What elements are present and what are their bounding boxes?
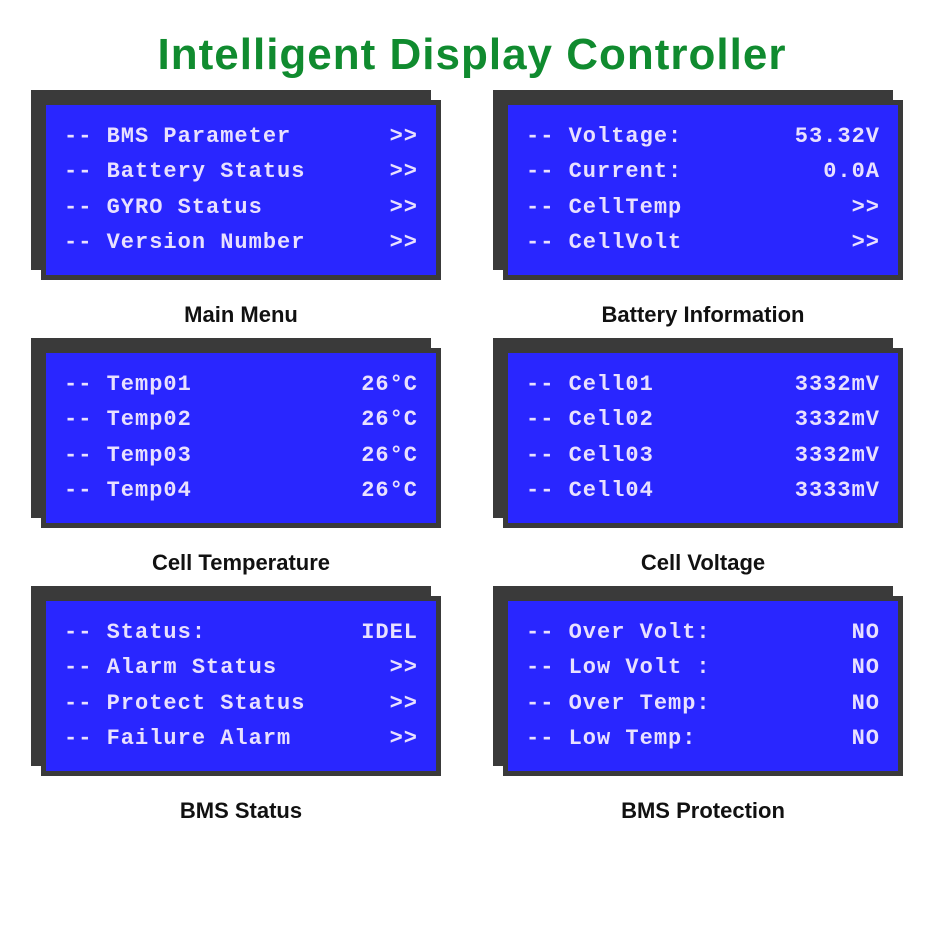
row-value: 3332mV — [795, 443, 880, 469]
row-value: 26°C — [361, 407, 418, 433]
data-row: -- Cell02 3332mV — [526, 407, 880, 433]
lcd-screen: -- Voltage: 53.32V -- Current: 0.0A -- Cel… — [503, 100, 903, 280]
row-value: NO — [852, 620, 880, 646]
screen-caption: BMS Status — [180, 798, 302, 824]
chevron-right-icon: >> — [390, 195, 418, 221]
row-label: -- Cell03 — [526, 443, 654, 469]
screen-caption: Cell Voltage — [641, 550, 765, 576]
menu-row[interactable]: -- Version Number >> — [64, 230, 418, 256]
menu-row[interactable]: -- Failure Alarm >> — [64, 726, 418, 752]
menu-row[interactable]: -- Alarm Status >> — [64, 655, 418, 681]
screen-battery-info: -- Voltage: 53.32V -- Current: 0.0A -- Cel… — [502, 100, 904, 328]
row-label: -- CellVolt — [526, 230, 682, 256]
menu-row[interactable]: -- CellTemp >> — [526, 195, 880, 221]
screen-caption: BMS Protection — [621, 798, 785, 824]
data-row: -- Low Temp: NO — [526, 726, 880, 752]
chevron-right-icon: >> — [390, 655, 418, 681]
screen-frame: -- BMS Parameter >> -- Battery Status >> -… — [41, 100, 441, 280]
screen-frame: -- Status: IDEL -- Alarm Status >> -- Prot… — [41, 596, 441, 776]
screen-caption: Battery Information — [602, 302, 805, 328]
row-label: -- Cell02 — [526, 407, 654, 433]
row-label: -- Low Volt : — [526, 655, 711, 681]
screen-frame: -- Cell01 3332mV -- Cell02 3332mV -- Cell0… — [503, 348, 903, 528]
row-value: 53.32V — [795, 124, 880, 150]
menu-row[interactable]: -- CellVolt >> — [526, 230, 880, 256]
screen-caption: Cell Temperature — [152, 550, 330, 576]
row-value: NO — [852, 655, 880, 681]
row-label: -- Over Temp: — [526, 691, 711, 717]
row-label: -- Alarm Status — [64, 655, 277, 681]
lcd-screen: -- Over Volt: NO -- Low Volt : NO -- Over … — [503, 596, 903, 776]
screen-bms-protection: -- Over Volt: NO -- Low Volt : NO -- Over … — [502, 596, 904, 824]
row-label: -- CellTemp — [526, 195, 682, 221]
data-row: -- Over Temp: NO — [526, 691, 880, 717]
row-label: -- Cell04 — [526, 478, 654, 504]
screen-frame: -- Temp01 26°C -- Temp02 26°C -- Temp03 26°… — [41, 348, 441, 528]
row-label: -- Failure Alarm — [64, 726, 291, 752]
menu-row[interactable]: -- GYRO Status >> — [64, 195, 418, 221]
row-label: -- BMS Parameter — [64, 124, 291, 150]
row-value: 26°C — [361, 372, 418, 398]
screen-bms-status: -- Status: IDEL -- Alarm Status >> -- Prot… — [40, 596, 442, 824]
row-value: NO — [852, 691, 880, 717]
data-row: -- Temp01 26°C — [64, 372, 418, 398]
row-value: 3332mV — [795, 372, 880, 398]
screen-main-menu: -- BMS Parameter >> -- Battery Status >> -… — [40, 100, 442, 328]
screen-cell-voltage: -- Cell01 3332mV -- Cell02 3332mV -- Cell0… — [502, 348, 904, 576]
screen-caption: Main Menu — [184, 302, 298, 328]
row-value: 3332mV — [795, 407, 880, 433]
data-row: -- Current: 0.0A — [526, 159, 880, 185]
data-row: -- Status: IDEL — [64, 620, 418, 646]
row-value: IDEL — [361, 620, 418, 646]
row-label: -- Cell01 — [526, 372, 654, 398]
row-label: -- Status: — [64, 620, 206, 646]
data-row: -- Temp03 26°C — [64, 443, 418, 469]
screen-frame: -- Voltage: 53.32V -- Current: 0.0A -- Cel… — [503, 100, 903, 280]
lcd-screen: -- Cell01 3332mV -- Cell02 3332mV -- Cell0… — [503, 348, 903, 528]
screens-grid: -- BMS Parameter >> -- Battery Status >> -… — [0, 100, 944, 834]
data-row: -- Cell03 3332mV — [526, 443, 880, 469]
lcd-screen: -- Temp01 26°C -- Temp02 26°C -- Temp03 26°… — [41, 348, 441, 528]
data-row: -- Temp04 26°C — [64, 478, 418, 504]
row-label: -- Version Number — [64, 230, 305, 256]
chevron-right-icon: >> — [390, 159, 418, 185]
menu-row[interactable]: -- Protect Status >> — [64, 691, 418, 717]
lcd-screen: -- BMS Parameter >> -- Battery Status >> -… — [41, 100, 441, 280]
row-label: -- Temp02 — [64, 407, 192, 433]
row-label: -- GYRO Status — [64, 195, 263, 221]
row-label: -- Temp04 — [64, 478, 192, 504]
row-value: NO — [852, 726, 880, 752]
screen-frame: -- Over Volt: NO -- Low Volt : NO -- Over … — [503, 596, 903, 776]
row-label: -- Over Volt: — [526, 620, 711, 646]
data-row: -- Voltage: 53.32V — [526, 124, 880, 150]
row-label: -- Voltage: — [526, 124, 682, 150]
screen-cell-temperature: -- Temp01 26°C -- Temp02 26°C -- Temp03 26°… — [40, 348, 442, 576]
chevron-right-icon: >> — [390, 726, 418, 752]
chevron-right-icon: >> — [852, 230, 880, 256]
chevron-right-icon: >> — [390, 691, 418, 717]
row-value: 3333mV — [795, 478, 880, 504]
menu-row[interactable]: -- BMS Parameter >> — [64, 124, 418, 150]
chevron-right-icon: >> — [390, 124, 418, 150]
lcd-screen: -- Status: IDEL -- Alarm Status >> -- Prot… — [41, 596, 441, 776]
data-row: -- Cell01 3332mV — [526, 372, 880, 398]
row-label: -- Low Temp: — [526, 726, 696, 752]
data-row: -- Over Volt: NO — [526, 620, 880, 646]
row-label: -- Protect Status — [64, 691, 305, 717]
row-value: 26°C — [361, 443, 418, 469]
chevron-right-icon: >> — [390, 230, 418, 256]
row-label: -- Battery Status — [64, 159, 305, 185]
data-row: -- Cell04 3333mV — [526, 478, 880, 504]
row-label: -- Temp01 — [64, 372, 192, 398]
row-label: -- Temp03 — [64, 443, 192, 469]
chevron-right-icon: >> — [852, 195, 880, 221]
data-row: -- Temp02 26°C — [64, 407, 418, 433]
row-value: 26°C — [361, 478, 418, 504]
row-label: -- Current: — [526, 159, 682, 185]
menu-row[interactable]: -- Battery Status >> — [64, 159, 418, 185]
row-value: 0.0A — [823, 159, 880, 185]
data-row: -- Low Volt : NO — [526, 655, 880, 681]
page-title: Intelligent Display Controller — [0, 0, 944, 100]
